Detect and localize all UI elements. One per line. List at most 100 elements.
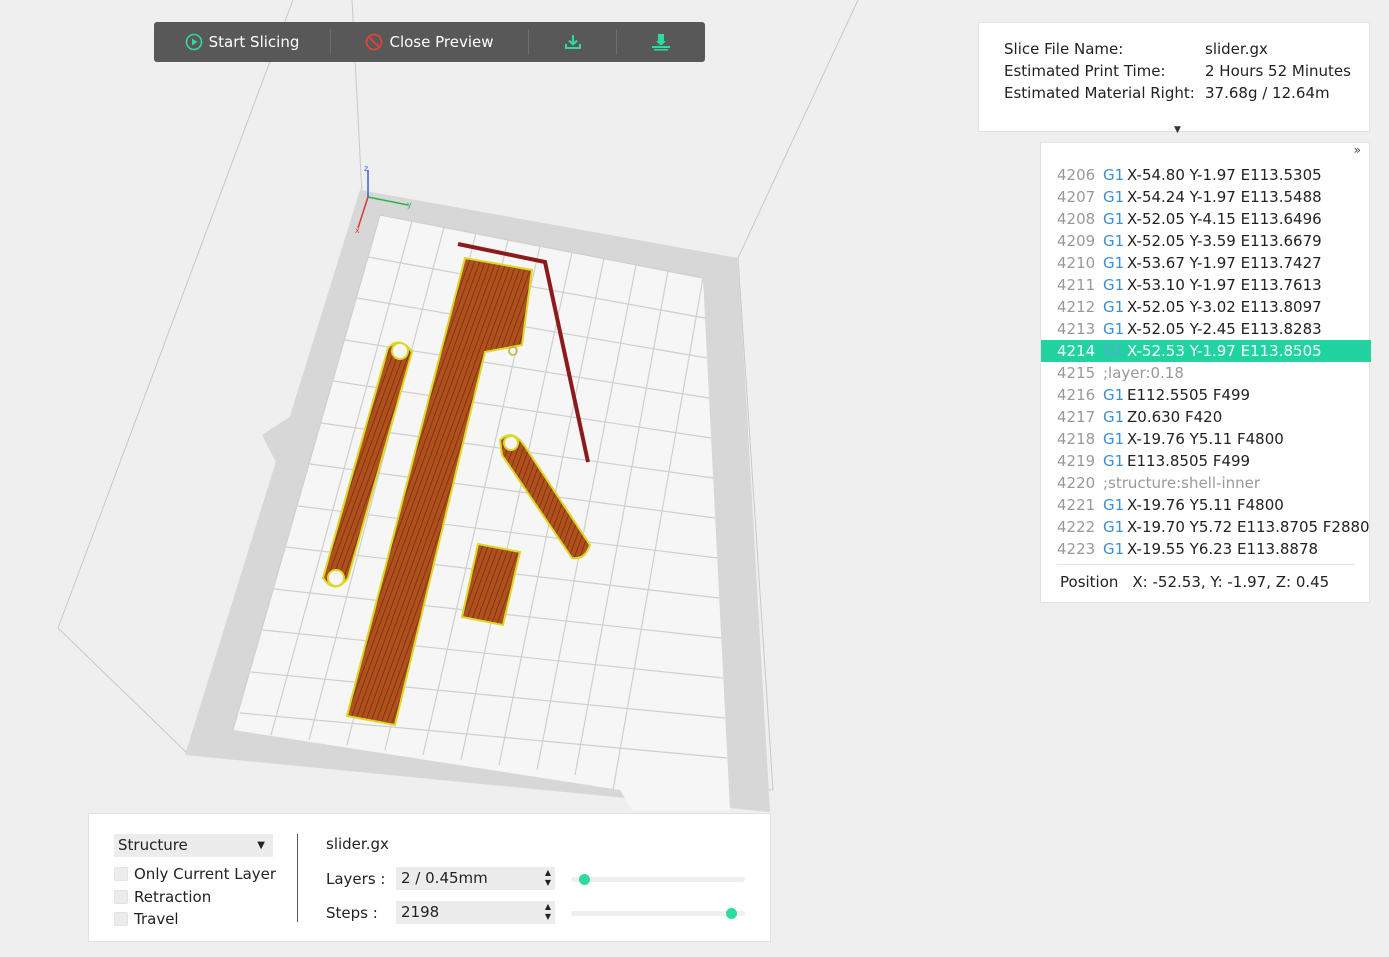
slice-file-name-value: slider.gx bbox=[1205, 40, 1268, 58]
gcode-line-number: 4213 bbox=[1057, 320, 1096, 338]
gcode-line[interactable]: 4212 G1 X-52.05 Y-3.02 E113.8097 bbox=[1041, 296, 1371, 318]
gcode-command: G1 bbox=[1103, 276, 1125, 294]
gcode-line-number: 4219 bbox=[1057, 452, 1096, 470]
layers-label: Layers : bbox=[326, 870, 386, 888]
gcode-panel: » 4206 G1 X-54.80 Y-1.97 E113.5305 4207 G1 X-… bbox=[1040, 142, 1371, 603]
gcode-line[interactable]: 4223 G1 X-19.55 Y6.23 E113.8878 bbox=[1041, 538, 1371, 560]
preview-toolbar: Start Slicing Close Preview bbox=[154, 22, 705, 62]
gcode-line-number: 4212 bbox=[1057, 298, 1096, 316]
gcode-arguments: X-52.05 Y-2.45 E113.8283 bbox=[1127, 320, 1322, 338]
slice-file-name-label: Slice File Name: bbox=[1004, 40, 1124, 58]
gcode-command: G1 bbox=[1103, 518, 1125, 536]
layers-slider-handle[interactable] bbox=[579, 874, 591, 885]
gcode-line-number: 4217 bbox=[1057, 408, 1096, 426]
expand-panel-icon[interactable]: » bbox=[1354, 143, 1361, 157]
steps-slider-handle[interactable] bbox=[725, 908, 737, 919]
gcode-line-number: 4210 bbox=[1057, 254, 1096, 272]
steps-value: 2198 bbox=[401, 903, 440, 921]
axis-label-z: z bbox=[364, 164, 368, 173]
gcode-line[interactable]: 4222 G1 X-19.70 Y5.72 E113.8705 F2880 bbox=[1041, 516, 1371, 538]
gcode-command: G1 bbox=[1103, 166, 1125, 184]
structure-select-value: Structure bbox=[118, 836, 188, 854]
gcode-line[interactable]: 4207 G1 X-54.24 Y-1.97 E113.5488 bbox=[1041, 186, 1371, 208]
gcode-line[interactable]: 4211 G1 X-53.10 Y-1.97 E113.7613 bbox=[1041, 274, 1371, 296]
only-current-layer-checkbox[interactable]: Only Current Layer bbox=[114, 865, 276, 883]
axis-label-y: y bbox=[407, 200, 412, 209]
gcode-line-number: 4215 bbox=[1057, 364, 1096, 382]
material-value: 37.68g / 12.64m bbox=[1205, 84, 1330, 102]
gcode-line[interactable]: 4215 ;layer:0.18 bbox=[1041, 362, 1371, 384]
start-slicing-label: Start Slicing bbox=[208, 33, 300, 51]
close-preview-label: Close Preview bbox=[389, 33, 494, 51]
gcode-line[interactable]: 4217 G1 Z0.630 F420 bbox=[1041, 406, 1371, 428]
close-preview-button[interactable]: Close Preview bbox=[331, 22, 528, 62]
gcode-divider bbox=[1057, 564, 1355, 565]
gcode-command: G1 bbox=[1103, 254, 1125, 272]
layers-slider[interactable] bbox=[571, 874, 745, 885]
gcode-arguments: X-19.76 Y5.11 F4800 bbox=[1127, 496, 1284, 514]
gcode-arguments: X-19.70 Y5.72 E113.8705 F2880 bbox=[1127, 518, 1370, 536]
gcode-comment: ;layer:0.18 bbox=[1103, 364, 1184, 382]
gcode-command: G1 bbox=[1103, 188, 1125, 206]
gcode-line[interactable]: 4216 G1 E112.5505 F499 bbox=[1041, 384, 1371, 406]
spin-arrows-icon[interactable]: ▲ ▼ bbox=[545, 868, 551, 888]
gcode-line[interactable]: 4213 G1 X-52.05 Y-2.45 E113.8283 bbox=[1041, 318, 1371, 340]
gcode-line[interactable]: 4209 G1 X-52.05 Y-3.59 E113.6679 bbox=[1041, 230, 1371, 252]
start-slicing-button[interactable]: Start Slicing bbox=[154, 22, 330, 62]
position-label: Position bbox=[1060, 573, 1119, 591]
gcode-line-selected[interactable]: 4214 G1 X-52.53 Y-1.97 E113.8505 bbox=[1041, 340, 1371, 362]
layers-spinbox[interactable]: 2 / 0.45mm ▲ ▼ bbox=[396, 867, 555, 890]
material-label: Estimated Material Right: bbox=[1004, 84, 1195, 102]
gcode-command: G1 bbox=[1103, 408, 1125, 426]
gcode-command: G1 bbox=[1103, 496, 1125, 514]
gcode-line[interactable]: 4210 G1 X-53.67 Y-1.97 E113.7427 bbox=[1041, 252, 1371, 274]
panel-divider bbox=[297, 834, 298, 922]
gcode-comment: ;structure:shell-inner bbox=[1103, 474, 1261, 492]
gcode-arguments: X-52.05 Y-3.59 E113.6679 bbox=[1127, 232, 1322, 250]
send-to-printer-button[interactable] bbox=[617, 22, 704, 62]
gcode-arguments: X-53.10 Y-1.97 E113.7613 bbox=[1127, 276, 1322, 294]
axis-label-x: x bbox=[355, 226, 360, 235]
preview-controls-panel: Structure ▼ Only Current Layer Retractio… bbox=[88, 813, 771, 942]
print-time-row: Estimated Print Time: 2 Hours 52 Minutes bbox=[1004, 62, 1351, 80]
gcode-line[interactable]: 4208 G1 X-52.05 Y-4.15 E113.6496 bbox=[1041, 208, 1371, 230]
retraction-checkbox[interactable]: Retraction bbox=[114, 888, 211, 906]
gcode-line-number: 4216 bbox=[1057, 386, 1096, 404]
gcode-line-list[interactable]: 4206 G1 X-54.80 Y-1.97 E113.5305 4207 G1 X-54… bbox=[1041, 164, 1371, 560]
preview-file-name: slider.gx bbox=[326, 835, 389, 853]
gcode-line-number: 4208 bbox=[1057, 210, 1096, 228]
retraction-label: Retraction bbox=[134, 888, 212, 906]
collapse-caret-icon[interactable]: ▼ bbox=[1174, 125, 1181, 135]
gcode-command: G1 bbox=[1103, 540, 1125, 558]
gcode-line-number: 4209 bbox=[1057, 232, 1096, 250]
gcode-line-number: 4218 bbox=[1057, 430, 1096, 448]
checkbox-box[interactable] bbox=[114, 867, 128, 881]
export-gcode-button[interactable] bbox=[529, 22, 616, 62]
gcode-line[interactable]: 4218 G1 X-19.76 Y5.11 F4800 bbox=[1041, 428, 1371, 450]
gcode-command: G1 bbox=[1103, 298, 1125, 316]
gcode-command: G1 bbox=[1103, 386, 1125, 404]
travel-checkbox[interactable]: Travel bbox=[114, 910, 179, 928]
gcode-arguments: X-19.55 Y6.23 E113.8878 bbox=[1127, 540, 1319, 558]
gcode-line-number: 4221 bbox=[1057, 496, 1096, 514]
gcode-line[interactable]: 4221 G1 X-19.76 Y5.11 F4800 bbox=[1041, 494, 1371, 516]
gcode-arguments: X-52.53 Y-1.97 E113.8505 bbox=[1127, 342, 1322, 360]
checkbox-box[interactable] bbox=[114, 912, 128, 926]
spin-arrows-icon[interactable]: ▲ ▼ bbox=[545, 902, 551, 922]
gcode-command: G1 bbox=[1103, 210, 1125, 228]
gcode-line[interactable]: 4206 G1 X-54.80 Y-1.97 E113.5305 bbox=[1041, 164, 1371, 186]
gcode-command: G1 bbox=[1103, 342, 1125, 360]
gcode-arguments: X-52.05 Y-4.15 E113.6496 bbox=[1127, 210, 1322, 228]
steps-slider[interactable] bbox=[571, 908, 745, 919]
gcode-command: G1 bbox=[1103, 430, 1125, 448]
gcode-command: G1 bbox=[1103, 320, 1125, 338]
gcode-line[interactable]: 4219 G1 E113.8505 F499 bbox=[1041, 450, 1371, 472]
material-row: Estimated Material Right: 37.68g / 12.64… bbox=[1004, 84, 1330, 102]
gcode-arguments: Z0.630 F420 bbox=[1127, 408, 1223, 426]
steps-spinbox[interactable]: 2198 ▲ ▼ bbox=[396, 901, 555, 924]
gcode-line[interactable]: 4220 ;structure:shell-inner bbox=[1041, 472, 1371, 494]
gcode-arguments: E112.5505 F499 bbox=[1127, 386, 1251, 404]
checkbox-box[interactable] bbox=[114, 890, 128, 904]
slice-info-panel: Slice File Name: slider.gx Estimated Pri… bbox=[978, 22, 1370, 135]
structure-select[interactable]: Structure ▼ bbox=[114, 834, 273, 857]
